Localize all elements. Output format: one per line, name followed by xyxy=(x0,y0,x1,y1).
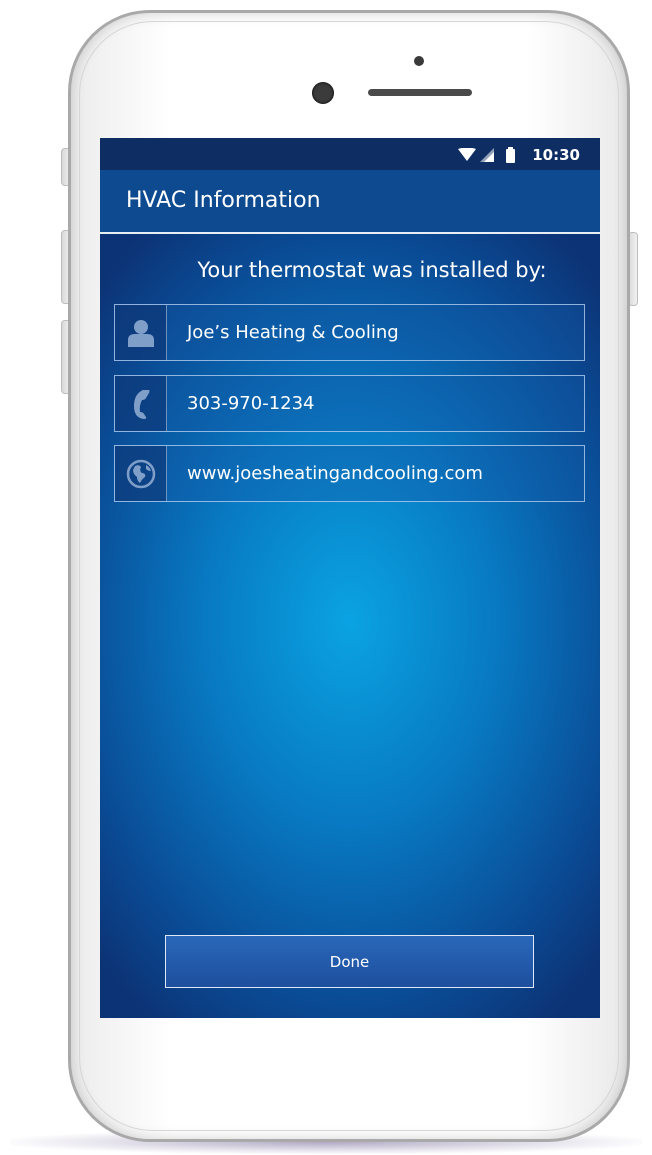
person-icon xyxy=(127,319,154,347)
contact-icon-box xyxy=(115,305,167,360)
status-icons xyxy=(458,147,518,163)
wifi-icon xyxy=(458,148,476,161)
contact-website-row[interactable]: www.joesheatingandcooling.com xyxy=(114,445,585,502)
phone-icon-box xyxy=(115,376,167,431)
earpiece-speaker xyxy=(368,89,472,96)
app-screen: 10:30 HVAC Information Your thermostat w… xyxy=(100,138,600,1018)
front-camera xyxy=(312,82,334,104)
page-title: HVAC Information xyxy=(126,188,321,213)
contact-phone: 303-970-1234 xyxy=(187,393,315,414)
installer-heading: Your thermostat was installed by: xyxy=(197,258,547,282)
proximity-sensor xyxy=(414,56,424,66)
phone-icon xyxy=(133,389,149,419)
contact-name: Joe’s Heating & Cooling xyxy=(187,322,399,343)
battery-icon xyxy=(506,147,515,163)
done-button[interactable]: Done xyxy=(165,935,534,988)
contact-name-row[interactable]: Joe’s Heating & Cooling xyxy=(114,304,585,361)
contact-website: www.joesheatingandcooling.com xyxy=(187,463,483,484)
contact-phone-row[interactable]: 303-970-1234 xyxy=(114,375,585,432)
app-bar: HVAC Information xyxy=(100,170,600,234)
status-bar: 10:30 xyxy=(100,138,600,170)
globe-icon xyxy=(126,459,155,488)
status-time: 10:30 xyxy=(532,146,580,164)
signal-icon xyxy=(480,148,494,162)
globe-icon-box xyxy=(115,446,167,501)
